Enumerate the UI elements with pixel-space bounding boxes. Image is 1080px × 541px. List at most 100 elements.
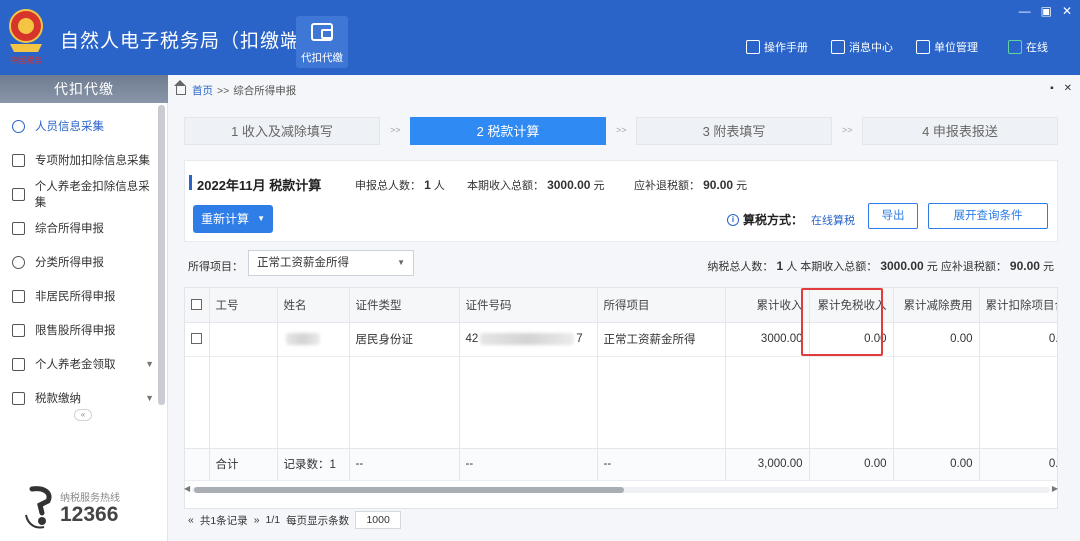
refund-summary: 应补退税额： 90.00 元	[634, 177, 747, 193]
foreign-person-icon	[12, 289, 25, 303]
recalculate-button[interactable]: 重新计算 ▼	[193, 205, 273, 233]
recalculate-label: 重新计算	[201, 212, 250, 226]
wallet-icon	[311, 23, 333, 41]
sidebar-item-label: 税款缴纳	[35, 393, 81, 405]
minimize-icon[interactable]: —	[1019, 4, 1031, 18]
declarants-value: 1	[424, 178, 431, 192]
income-item-select[interactable]: 正常工资薪金所得 ▼	[248, 250, 414, 276]
module-withholding-tile[interactable]: 代扣代缴	[296, 16, 348, 68]
id-number-suffix: 7	[576, 333, 583, 346]
pager-first-icon[interactable]: «	[188, 514, 194, 526]
scrollbar-thumb[interactable]	[194, 487, 624, 493]
sidebar-item-comprehensive-income[interactable]: 综合所得申报	[0, 211, 158, 245]
sidebar-item-pension-deduction[interactable]: 个人养老金扣除信息采集	[0, 177, 158, 211]
sidebar-item-restricted-shares[interactable]: 限售股所得申报	[0, 313, 158, 347]
taxpayers-label: 纳税总人数：	[707, 261, 774, 273]
table-horizontal-scrollbar[interactable]: ◀ ▶	[184, 484, 1058, 494]
income-label: 本期收入总额：	[800, 261, 878, 273]
info-icon: i	[727, 213, 739, 226]
breadcrumb-separator: >>	[217, 84, 230, 97]
main-content: 首页 >> 综合所得申报 ▪ ✕ 1 收入及减除填写 >> 2 税款计算 >> …	[168, 75, 1080, 541]
pie-icon	[12, 255, 25, 269]
income-item-cell: 正常工资薪金所得	[597, 322, 726, 357]
collapse-sidebar-button[interactable]: «	[74, 409, 92, 421]
window-controls: — ▣ ✕	[1019, 4, 1072, 18]
sidebar-item-classified-income[interactable]: 分类所得申报	[0, 245, 158, 279]
row-select-cell[interactable]	[185, 322, 210, 357]
col-header-cum-income: 累计收入	[725, 288, 810, 323]
step-submit[interactable]: 4 申报表报送	[862, 117, 1058, 145]
close-panel-icon[interactable]: ✕	[1064, 83, 1072, 94]
online-status[interactable]: 在线	[1008, 39, 1048, 55]
income-value: 3000.00	[880, 259, 924, 273]
col-header-id-number: 证件号码	[459, 288, 598, 323]
layers-icon	[12, 221, 25, 235]
sidebar-item-label: 非居民所得申报	[35, 291, 116, 303]
income-summary: 本期收入总额： 3000.00 元	[467, 177, 605, 193]
restore-panel-icon[interactable]: ▪	[1050, 83, 1054, 94]
page-size-input[interactable]: 1000	[355, 511, 402, 529]
manual-label: 操作手册	[764, 42, 808, 54]
scroll-left-arrow-icon[interactable]: ◀	[184, 484, 190, 493]
total-label: 合计	[209, 448, 278, 481]
calc-mode: i 算税方式： 在线算税	[727, 211, 855, 228]
exempt-income-highlight	[801, 288, 883, 356]
step-tax-calculation[interactable]: 2 税款计算	[410, 117, 606, 145]
sidebar-item-special-deduction[interactable]: 专项附加扣除信息采集	[0, 143, 158, 177]
step-income-deduction[interactable]: 1 收入及减除填写	[184, 117, 380, 145]
id-number-prefix: 42	[465, 333, 479, 346]
scroll-right-arrow-icon[interactable]: ▶	[1052, 484, 1058, 493]
total-income-item: --	[597, 448, 726, 481]
sidebar-item-pension-withdrawal[interactable]: 个人养老金领取 ▼	[0, 347, 158, 381]
list-icon	[12, 153, 25, 167]
declarants-summary: 申报总人数： 1 人	[355, 177, 445, 193]
sidebar-scrollbar[interactable]	[158, 105, 165, 405]
app-title: 自然人电子税务局（扣缴端）	[60, 31, 321, 52]
refund-label: 应补退税额：	[634, 180, 700, 192]
step-separator: >>	[842, 125, 853, 135]
total-cum-exempt-income: 0.00	[809, 448, 894, 481]
id-type-cell: 居民身份证	[349, 322, 460, 357]
export-button[interactable]: 导出	[868, 203, 918, 229]
refund-value: 90.00	[1009, 259, 1040, 273]
unit-management-link[interactable]: 单位管理	[916, 39, 978, 55]
message-center-link[interactable]: 消息中心	[831, 39, 893, 55]
declarants-label: 申报总人数：	[355, 180, 421, 192]
pager-next-icon[interactable]: »	[254, 514, 260, 526]
sidebar-item-label: 个人养老金领取	[35, 359, 116, 371]
refund-label: 应补退税额：	[940, 261, 1007, 273]
sidebar-item-label: 个人养老金扣除信息采集	[34, 181, 150, 209]
bar-chart-icon	[12, 323, 25, 337]
breadcrumb: 首页 >> 综合所得申报	[174, 80, 297, 98]
manual-link[interactable]: 操作手册	[746, 39, 808, 55]
expand-query-button[interactable]: 展开查询条件	[928, 203, 1048, 229]
total-row: 合计 记录数：1 -- -- -- 3,000.00 0.00 0.00 0.	[185, 448, 1057, 481]
breadcrumb-home[interactable]: 首页	[192, 83, 213, 98]
select-all-cell[interactable]	[185, 288, 210, 323]
tax-emblem-logo: 中国税务	[9, 9, 43, 65]
sidebar-item-label: 限售股所得申报	[35, 325, 116, 337]
calc-mode-link[interactable]: 在线算税	[811, 212, 855, 228]
online-status-icon	[1008, 40, 1022, 54]
sidebar-item-person-info[interactable]: 人员信息采集	[0, 109, 158, 143]
calculation-panel: 2022年11月 税款计算 申报总人数： 1 人 本期收入总额： 3000.00…	[184, 160, 1058, 242]
home-icon[interactable]	[174, 80, 186, 95]
table-header-row: 工号 姓名 证件类型 证件号码 所得项目 累计收入 累计免税收入 累计减除费用 …	[185, 288, 1057, 323]
table-row[interactable]: 居民身份证 42 7 正常工资薪金所得 3000.00 0.00 0.00 0.	[185, 322, 1057, 357]
panel-title: 2022年11月 税款计算	[188, 175, 321, 194]
restore-icon[interactable]: ▣	[1041, 4, 1052, 18]
step-attachments[interactable]: 3 附表填写	[636, 117, 832, 145]
cum-deduction-items-cell: 0.	[979, 322, 1057, 357]
total-cum-deduction-items: 0.	[979, 448, 1057, 481]
select-all-checkbox[interactable]	[191, 299, 202, 311]
hotline-label: 纳税服务热线	[60, 493, 120, 504]
cum-income-cell: 3000.00	[725, 322, 810, 357]
total-id-type: --	[349, 448, 460, 481]
breadcrumb-current: 综合所得申报	[233, 85, 297, 97]
row-checkbox[interactable]	[191, 333, 202, 345]
sidebar-item-nonresident-income[interactable]: 非居民所得申报	[0, 279, 158, 313]
income-unit: 元	[593, 180, 605, 192]
col-header-employee-no: 工号	[209, 288, 278, 323]
close-icon[interactable]: ✕	[1062, 4, 1072, 18]
col-header-name: 姓名	[277, 288, 350, 323]
